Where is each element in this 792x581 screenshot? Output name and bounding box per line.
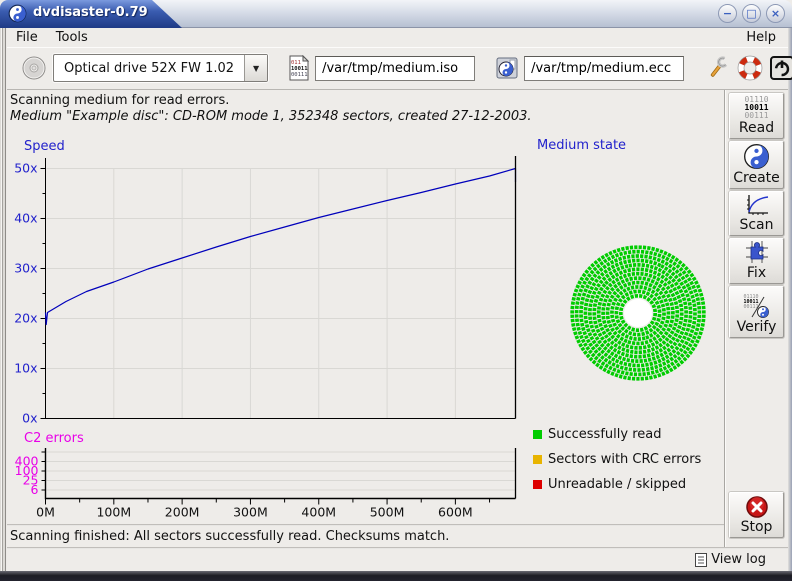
svg-text:50x: 50x — [14, 161, 37, 176]
scan-chart-icon — [744, 193, 770, 217]
action-sidebar: 01110 10011 00111 Read Create Scan — [726, 90, 788, 547]
create-label: Create — [733, 170, 780, 186]
read-label: Read — [739, 120, 774, 136]
menu-file[interactable]: File — [7, 29, 47, 46]
log-list-icon — [695, 553, 707, 567]
menu-tools[interactable]: Tools — [47, 29, 97, 46]
legend-swatch-green — [533, 430, 542, 439]
fix-button[interactable]: Fix — [729, 238, 784, 284]
svg-text:00111: 00111 — [291, 72, 308, 78]
legend-swatch-red — [533, 480, 542, 489]
svg-text:10x: 10x — [14, 361, 37, 376]
svg-text:600M: 600M — [438, 505, 473, 520]
verify-label: Verify — [737, 319, 777, 335]
maximize-button[interactable]: □ — [742, 4, 761, 23]
svg-text:400M: 400M — [301, 505, 336, 520]
menu-bar: File Tools Help — [7, 28, 788, 47]
drive-selector-value: Optical drive 52X FW 1.02 — [54, 61, 244, 76]
status-action-text: Scanning medium for read errors. — [10, 93, 229, 108]
svg-text:0M: 0M — [36, 505, 55, 520]
view-log-button[interactable]: View log — [691, 551, 770, 568]
divider — [7, 547, 788, 549]
verify-compare-icon: 01110 10011 00111 — [744, 295, 770, 319]
stop-x-icon — [745, 495, 769, 519]
app-window: dvdisaster-0.79 − □ × File Tools Help Op… — [0, 0, 792, 581]
menu-help[interactable]: Help — [734, 29, 788, 46]
legend-label: Sectors with CRC errors — [548, 452, 701, 467]
svg-text:100M: 100M — [96, 505, 131, 520]
chevron-down-icon[interactable]: ▼ — [244, 55, 267, 81]
binary-read-icon: 01110 10011 00111 — [744, 96, 768, 120]
scan-button[interactable]: Scan — [729, 191, 784, 236]
fix-label: Fix — [747, 265, 766, 281]
svg-text:C2 errors: C2 errors — [24, 431, 84, 446]
view-log-label: View log — [711, 552, 766, 567]
legend-label: Unreadable / skipped — [548, 477, 686, 492]
verify-button[interactable]: 01110 10011 00111 Verify — [729, 286, 784, 338]
svg-text:6: 6 — [31, 482, 39, 497]
preferences-wrench-icon[interactable] — [704, 54, 732, 82]
svg-text:0x: 0x — [22, 411, 37, 426]
window-title: dvdisaster-0.79 — [33, 5, 148, 20]
drive-disc-icon[interactable] — [21, 55, 47, 81]
close-button[interactable]: × — [766, 4, 785, 23]
ecc-path-input[interactable] — [524, 56, 684, 81]
scan-label: Scan — [739, 217, 773, 233]
window-right-border — [788, 28, 792, 571]
status-medium-info: Medium "Example disc": CD-ROM mode 1, 35… — [10, 109, 532, 124]
ecc-file-icon — [495, 56, 519, 80]
legend-label: Successfully read — [548, 427, 661, 442]
legend-item-unreadable: Unreadable / skipped — [533, 476, 723, 492]
quit-power-icon[interactable] — [768, 54, 792, 82]
legend-swatch-yellow — [533, 455, 542, 464]
stop-label: Stop — [741, 519, 773, 535]
yinyang-icon — [743, 143, 770, 170]
puzzle-piece-icon — [744, 239, 770, 265]
minimize-button[interactable]: − — [718, 4, 737, 23]
create-button[interactable]: Create — [729, 141, 784, 189]
svg-text:20x: 20x — [14, 311, 37, 326]
medium-state-title: Medium state — [537, 138, 626, 153]
iso-file-icon: 011 10011 00111 — [288, 55, 310, 81]
iso-path-input[interactable] — [315, 56, 475, 81]
medium-state-disc — [563, 238, 713, 388]
scan-result-text: Scanning finished: All sectors successfu… — [10, 529, 449, 544]
app-logo-yinyang-icon — [8, 4, 27, 23]
legend-item-crc: Sectors with CRC errors — [533, 451, 723, 467]
divider — [7, 524, 724, 526]
stop-button[interactable]: Stop — [729, 492, 784, 538]
svg-text:500M: 500M — [370, 505, 405, 520]
drive-selector-dropdown[interactable]: Optical drive 52X FW 1.02 ▼ — [53, 54, 268, 82]
toolbar: Optical drive 52X FW 1.02 ▼ 011 10011 00… — [7, 47, 788, 90]
help-lifebuoy-icon[interactable] — [736, 54, 764, 82]
legend-item-success: Successfully read — [533, 426, 723, 442]
window-bottom-border — [0, 571, 792, 581]
svg-text:200M: 200M — [165, 505, 200, 520]
svg-text:40x: 40x — [14, 211, 37, 226]
read-button[interactable]: 01110 10011 00111 Read — [729, 93, 784, 139]
medium-state-legend: Successfully read Sectors with CRC error… — [533, 426, 723, 501]
svg-text:Speed: Speed — [24, 139, 65, 154]
title-bar[interactable]: dvdisaster-0.79 − □ × — [0, 0, 792, 28]
svg-text:300M: 300M — [233, 505, 268, 520]
svg-text:30x: 30x — [14, 261, 37, 276]
